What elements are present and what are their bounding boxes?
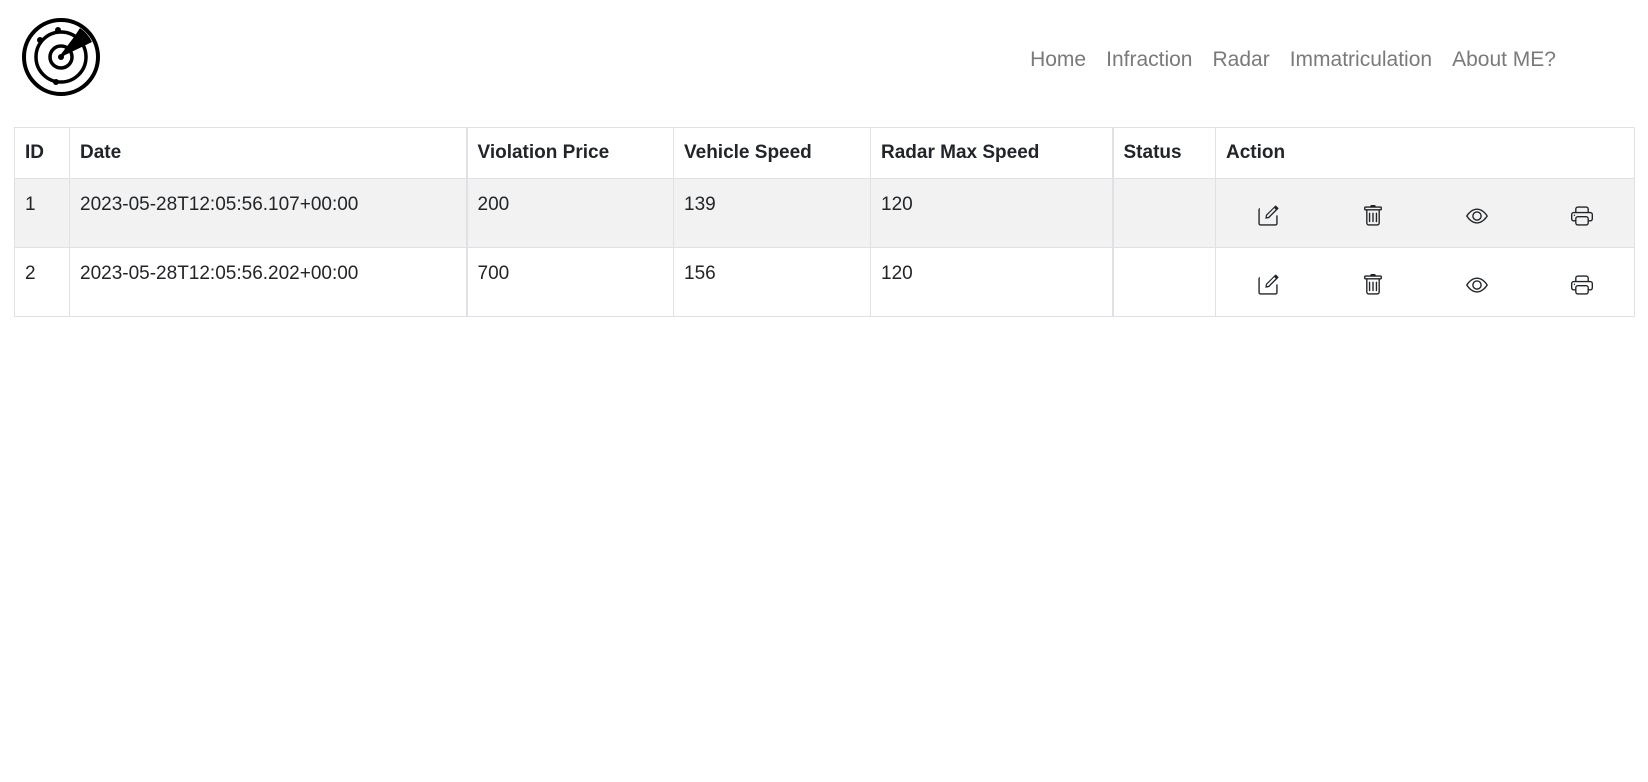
- cell-vehicle-speed: 156: [673, 247, 871, 317]
- header-vehicle-speed: Vehicle Speed: [673, 127, 871, 179]
- cell-actions: [1215, 178, 1635, 248]
- radar-logo-icon[interactable]: [22, 18, 106, 102]
- cell-actions: [1215, 247, 1635, 317]
- cell-violation-price: 200: [465, 178, 674, 248]
- cell-status: [1111, 247, 1216, 317]
- header-violation-price: Violation Price: [465, 127, 674, 179]
- top-navbar: Home Infraction Radar Immatriculation Ab…: [0, 0, 1648, 120]
- edit-icon[interactable]: [1255, 272, 1281, 298]
- printer-icon[interactable]: [1569, 203, 1595, 229]
- header-action: Action: [1215, 127, 1635, 179]
- cell-status: [1111, 178, 1216, 248]
- infractions-table: ID Date Violation Price Vehicle Speed Ra…: [14, 127, 1635, 317]
- cell-vehicle-speed: 139: [673, 178, 871, 248]
- cell-id: 1: [14, 178, 70, 248]
- cell-radar-max-speed: 120: [870, 247, 1113, 317]
- table-header-row: ID Date Violation Price Vehicle Speed Ra…: [14, 127, 1635, 179]
- nav-item-infraction[interactable]: Infraction: [1096, 44, 1202, 76]
- table-row: 2 2023-05-28T12:05:56.202+00:00 700 156 …: [14, 247, 1635, 317]
- header-id: ID: [14, 127, 70, 179]
- nav-item-about[interactable]: About ME?: [1442, 44, 1566, 76]
- table-row: 1 2023-05-28T12:05:56.107+00:00 200 139 …: [14, 178, 1635, 248]
- cell-violation-price: 700: [465, 247, 674, 317]
- cell-id: 2: [14, 247, 70, 317]
- header-status: Status: [1111, 127, 1216, 179]
- main-nav: Home Infraction Radar Immatriculation Ab…: [1020, 44, 1566, 76]
- header-radar-max-speed: Radar Max Speed: [870, 127, 1113, 179]
- cell-radar-max-speed: 120: [870, 178, 1113, 248]
- cell-date: 2023-05-28T12:05:56.202+00:00: [69, 247, 467, 317]
- nav-item-immatriculation[interactable]: Immatriculation: [1280, 44, 1442, 76]
- nav-item-radar[interactable]: Radar: [1203, 44, 1280, 76]
- eye-icon[interactable]: [1464, 272, 1490, 298]
- cell-date: 2023-05-28T12:05:56.107+00:00: [69, 178, 467, 248]
- infractions-table-container: ID Date Violation Price Vehicle Speed Ra…: [14, 127, 1635, 317]
- header-date: Date: [69, 127, 467, 179]
- printer-icon[interactable]: [1569, 272, 1595, 298]
- trash-icon[interactable]: [1360, 203, 1386, 229]
- edit-icon[interactable]: [1255, 203, 1281, 229]
- nav-item-home[interactable]: Home: [1020, 44, 1096, 76]
- eye-icon[interactable]: [1464, 203, 1490, 229]
- trash-icon[interactable]: [1360, 272, 1386, 298]
